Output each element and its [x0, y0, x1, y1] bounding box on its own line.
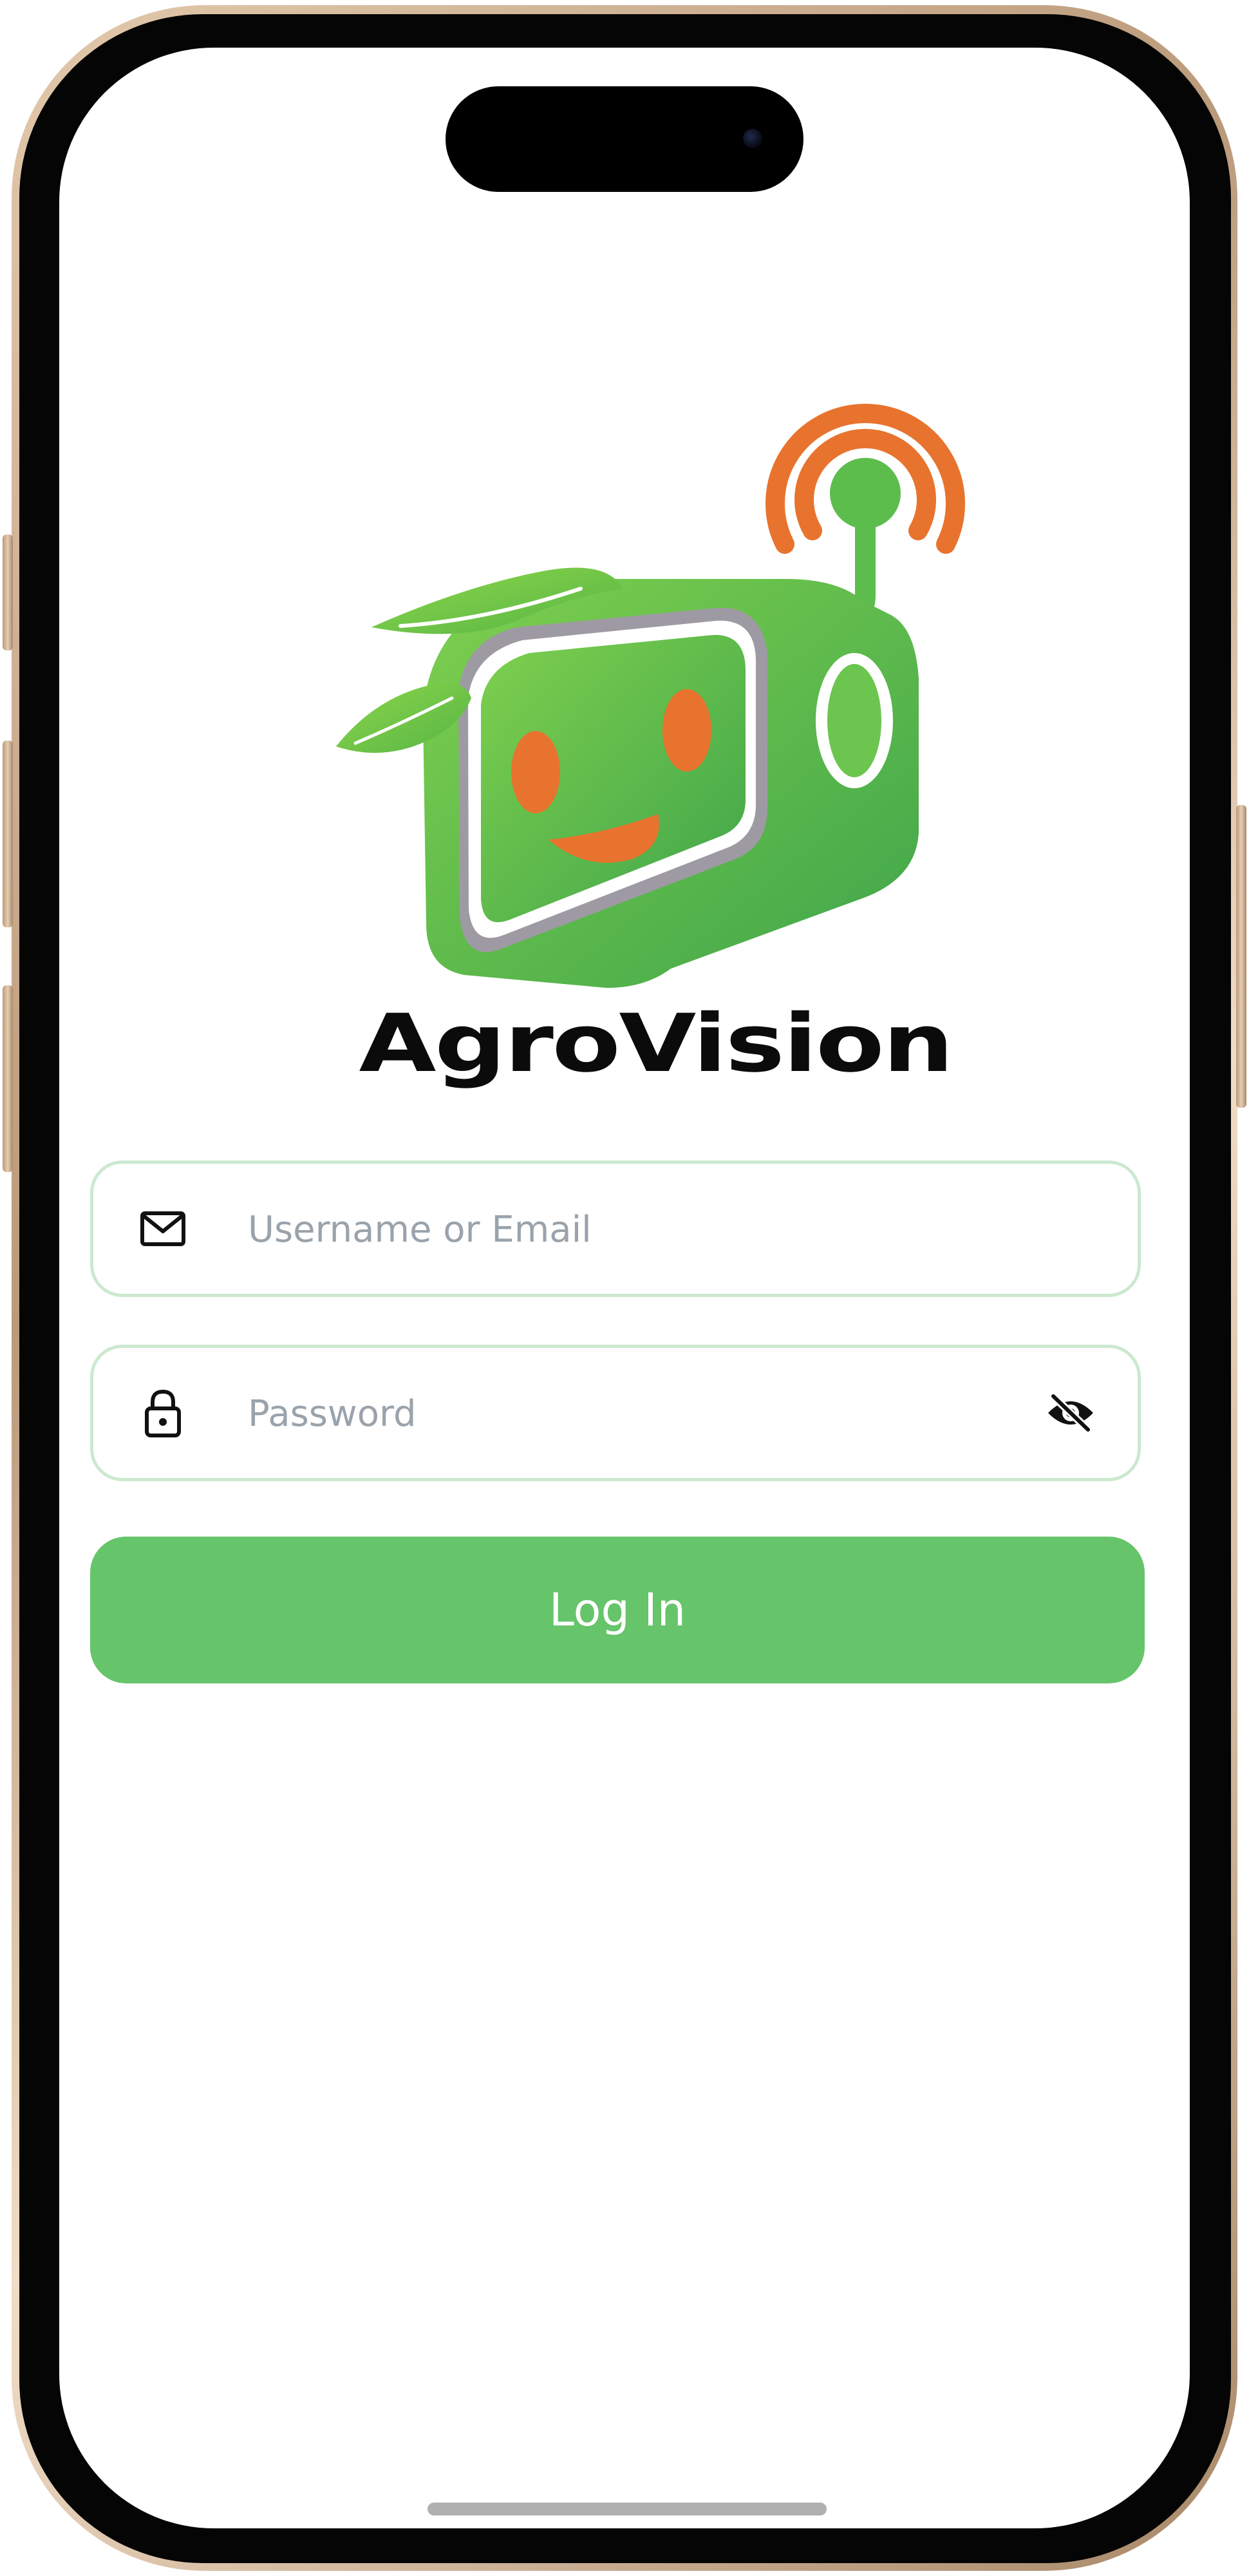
- front-camera: [743, 129, 762, 148]
- app-logo: [272, 318, 993, 1014]
- mail-icon: [137, 1203, 189, 1255]
- login-screen: AgroVision Username or Email Log In: [59, 48, 1190, 2528]
- action-button: [3, 535, 13, 650]
- home-indicator[interactable]: [427, 2503, 827, 2515]
- eye-off-icon[interactable]: [1044, 1386, 1098, 1440]
- app-name: AgroVision: [359, 998, 954, 1090]
- volume-down-button: [3, 985, 13, 1172]
- lock-icon: [137, 1387, 189, 1439]
- volume-up-button: [3, 741, 13, 927]
- robot-left-eye: [511, 731, 560, 813]
- password-field[interactable]: [90, 1345, 1141, 1481]
- robot-right-eye: [662, 689, 711, 772]
- username-field[interactable]: [90, 1160, 1141, 1297]
- dynamic-island: [446, 86, 803, 192]
- login-button[interactable]: Log In: [90, 1537, 1145, 1683]
- username-input[interactable]: [247, 1164, 996, 1295]
- robot-logo-icon: [336, 403, 965, 988]
- password-input[interactable]: [247, 1348, 996, 1479]
- power-button: [1236, 805, 1246, 1108]
